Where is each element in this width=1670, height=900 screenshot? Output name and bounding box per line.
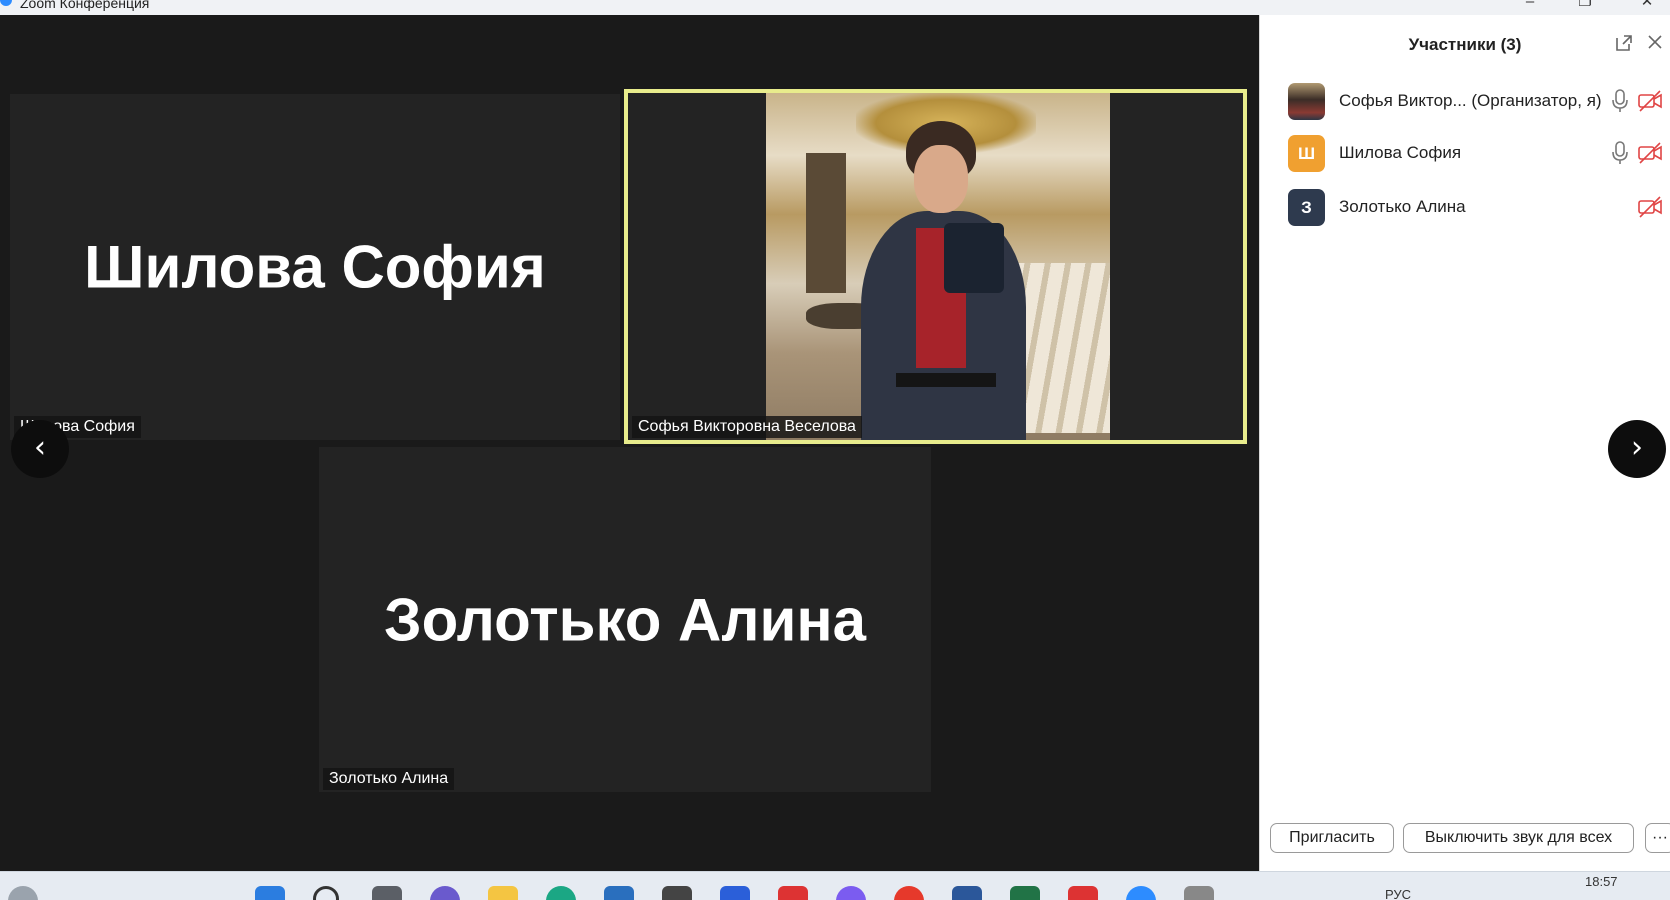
- close-panel-icon[interactable]: [1643, 33, 1667, 57]
- video-off-icon[interactable]: [1637, 141, 1663, 165]
- tile-name-tag: Софья Викторовна Веселова: [632, 416, 862, 438]
- os-taskbar: РУС 18:57: [0, 871, 1670, 900]
- invite-button[interactable]: Пригласить: [1270, 823, 1394, 853]
- yandex-browser-icon[interactable]: [894, 886, 924, 900]
- video-tile-veselova-active-speaker[interactable]: Софья Викторовна Веселова: [624, 89, 1247, 444]
- minimize-icon[interactable]: –: [1520, 0, 1540, 12]
- keyboard-language[interactable]: РУС: [1385, 887, 1411, 900]
- task-view-icon[interactable]: [372, 886, 402, 900]
- participants-title: Участники (3): [1408, 35, 1522, 54]
- participant-row-host[interactable]: Софья Виктор... (Организатор, я): [1288, 81, 1668, 121]
- participant-video-feed: [766, 93, 1110, 440]
- video-tile-zolotko[interactable]: Золотько Алина Золотько Алина: [319, 447, 931, 792]
- zoom-taskbar-icon[interactable]: [1126, 886, 1156, 900]
- tile-name-tag: Золотько Алина: [323, 768, 455, 790]
- edge-icon[interactable]: [546, 886, 576, 900]
- app-icon[interactable]: [836, 886, 866, 900]
- store-icon[interactable]: [604, 886, 634, 900]
- video-tile-shilova[interactable]: Шилова София Шилова София: [10, 94, 620, 440]
- restore-icon[interactable]: ❐: [1575, 0, 1595, 12]
- app-icon[interactable]: [1068, 886, 1098, 900]
- video-off-icon[interactable]: [1637, 195, 1663, 219]
- app-icon[interactable]: [720, 886, 750, 900]
- participant-name: Золотько Алина: [1339, 197, 1466, 216]
- more-options-button[interactable]: ···: [1645, 823, 1670, 853]
- widgets-icon[interactable]: [8, 886, 38, 900]
- app-icon[interactable]: [778, 886, 808, 900]
- participant-row-shilova[interactable]: Ш Шилова София: [1288, 133, 1668, 173]
- avatar: Ш: [1288, 135, 1325, 172]
- mute-all-button[interactable]: Выключить звук для всех: [1403, 823, 1634, 853]
- window-title: Zoom Конференция: [20, 0, 150, 11]
- avatar: З: [1288, 189, 1325, 226]
- microphone-icon[interactable]: [1610, 88, 1630, 114]
- word-icon[interactable]: [952, 886, 982, 900]
- file-explorer-icon[interactable]: [488, 886, 518, 900]
- chat-icon[interactable]: [430, 886, 460, 900]
- participant-name: Шилова София: [1339, 143, 1462, 162]
- tile-display-name: Шилова София: [84, 233, 546, 301]
- excel-icon[interactable]: [1010, 886, 1040, 900]
- participant-row-zolotko[interactable]: З Золотько Алина: [1288, 187, 1668, 227]
- popout-icon[interactable]: [1612, 33, 1636, 57]
- start-icon[interactable]: [255, 886, 285, 900]
- close-window-icon[interactable]: ✕: [1637, 0, 1657, 12]
- prev-page-button[interactable]: ‹: [11, 420, 69, 478]
- zoom-logo-icon: [0, 0, 12, 6]
- clock-time[interactable]: 18:57: [1585, 874, 1618, 889]
- microphone-icon[interactable]: [1610, 140, 1630, 166]
- tile-display-name: Золотько Алина: [384, 586, 866, 653]
- app-icon[interactable]: [1184, 886, 1214, 900]
- video-gallery: Шилова София Шилова София Софья Викторов…: [0, 15, 1259, 871]
- avatar: [1288, 83, 1325, 120]
- app-icon[interactable]: [662, 886, 692, 900]
- window-titlebar: Zoom Конференция – ❐ ✕: [0, 0, 1670, 15]
- video-off-icon[interactable]: [1637, 89, 1663, 113]
- next-page-button[interactable]: ›: [1608, 420, 1666, 478]
- participant-name: Софья Виктор... (Организатор, я): [1339, 91, 1602, 110]
- search-icon[interactable]: [313, 886, 339, 900]
